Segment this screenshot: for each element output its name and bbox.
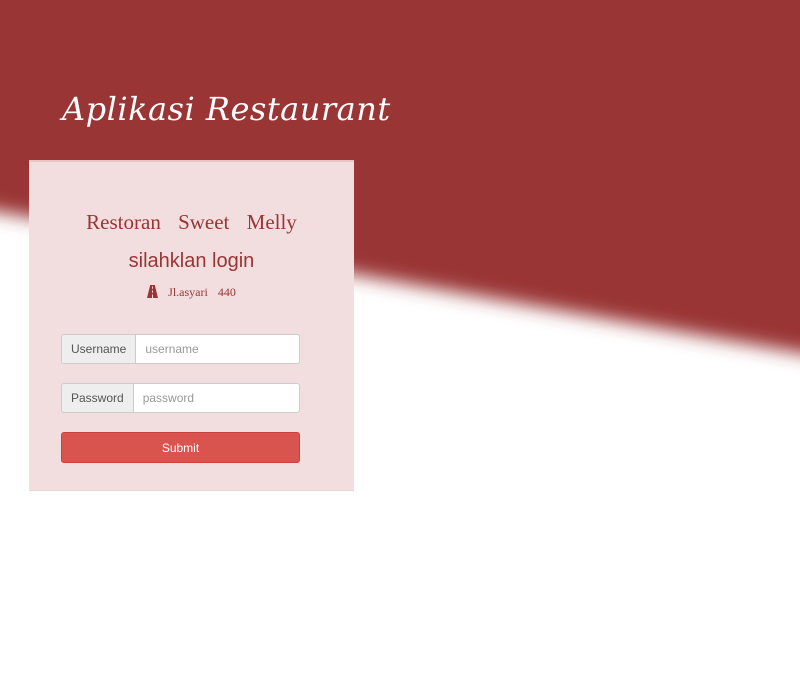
username-input[interactable] (135, 334, 300, 364)
app-title: Aplikasi Restaurant (62, 90, 391, 128)
username-label: Username (61, 334, 136, 364)
restaurant-name: Restoran Sweet Melly (86, 210, 297, 234)
address-street: Jl.asyari (168, 285, 208, 299)
address-number: 440 (217, 285, 236, 299)
password-field-group: Password (61, 383, 300, 413)
password-input[interactable] (132, 383, 300, 413)
submit-button[interactable]: Submit (61, 432, 300, 463)
login-heading: silahklan login (128, 250, 255, 272)
username-field-group: Username (61, 334, 300, 364)
road-icon (147, 285, 159, 302)
login-card: Restoran Sweet Melly silahklan login Jl.… (29, 160, 354, 491)
address-line: Jl.asyari 440 (29, 285, 354, 302)
password-label: Password (61, 383, 133, 413)
login-page: Aplikasi Restaurant Restoran Sweet Melly… (0, 0, 800, 700)
